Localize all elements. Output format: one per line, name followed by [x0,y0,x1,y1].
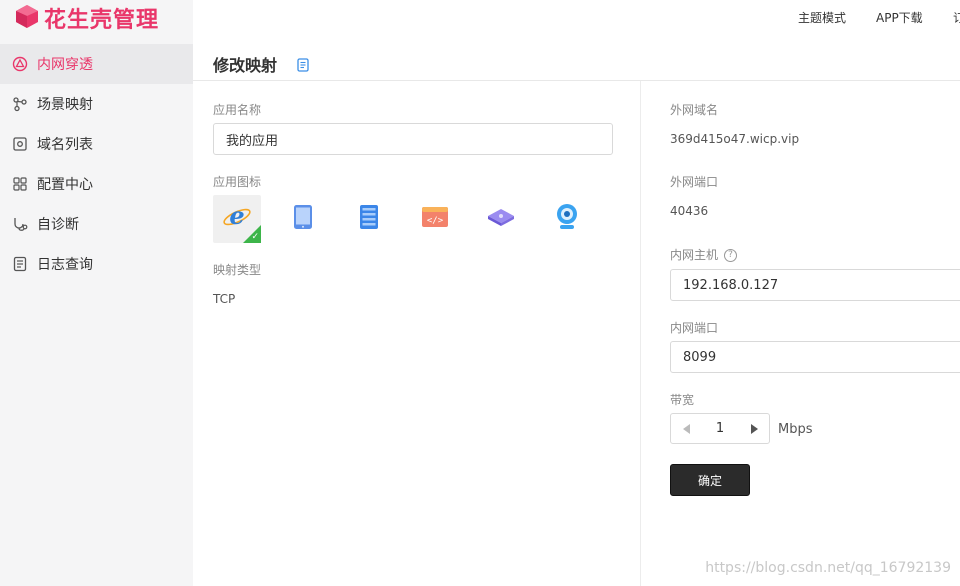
app-name-value: 我的应用 [226,133,279,149]
external-domain-value: 369d415o47.wicp.vip [670,132,800,146]
sidebar: 花生壳管理 内网穿透 场景映射 域名列表 配置中心 自诊断 日志查询 [0,0,193,586]
diagnose-icon [12,216,28,232]
app-name-label: 应用名称 [213,103,262,117]
svg-text:</>: </> [427,216,444,226]
top-bar: 主题模式 APP下载 订 [193,0,960,34]
bandwidth-stepper[interactable]: 1 [670,413,770,444]
internal-port-input[interactable]: 8099 [670,341,960,373]
logo-cube-icon [14,3,40,33]
logo[interactable]: 花生壳管理 [14,3,159,33]
external-domain-label: 外网域名 [670,103,719,117]
sidebar-item-scene[interactable]: 场景映射 [0,84,193,124]
sidebar-item-config[interactable]: 配置中心 [0,164,193,204]
sidebar-item-label: 内网穿透 [37,57,93,73]
mapping-form-right: 外网域名 369d415o47.wicp.vip 外网端口 40436 内网主机… [642,81,960,586]
router-icon [486,207,516,231]
internal-port-label: 内网端口 [670,321,719,335]
check-icon: ✓ [251,232,259,242]
network-icon [12,56,28,72]
internal-port-value: 8099 [683,349,717,365]
icon-option-camera[interactable] [543,195,591,243]
camera-icon [555,203,579,235]
bandwidth-label: 带宽 [670,393,695,407]
external-port-label: 外网端口 [670,175,719,189]
app-icon-label: 应用图标 [213,175,262,189]
bandwidth-unit: Mbps [778,422,813,437]
mapping-type-value: TCP [213,292,236,306]
icon-option-ie[interactable]: e ✓ [213,195,261,243]
tablet-icon [292,204,314,234]
icon-option-router[interactable] [477,195,525,243]
page-header: 修改映射 [193,40,960,81]
log-icon [12,256,28,272]
sidebar-item-domains[interactable]: 域名列表 [0,124,193,164]
mapping-type-label: 映射类型 [213,263,262,277]
top-link-cut-off[interactable]: 订 [953,9,960,26]
grid-icon [12,176,28,192]
icon-option-tablet[interactable] [279,195,327,243]
sidebar-item-label: 日志查询 [37,257,93,273]
sidebar-item-intranet[interactable]: 内网穿透 [0,44,193,84]
sidebar-item-logs[interactable]: 日志查询 [0,244,193,284]
decrement-button[interactable] [671,414,701,443]
internal-host-input[interactable]: 192.168.0.127 [670,269,960,301]
domain-icon [12,136,28,152]
theme-mode-link[interactable]: 主题模式 [798,9,846,26]
server-icon [358,204,380,234]
scene-icon [12,96,28,112]
mapping-form-left: 应用名称 我的应用 应用图标 e ✓ </> 映射类型 TCP [193,81,641,586]
triangle-left-icon [682,419,690,438]
page-title: 修改映射 [213,56,278,75]
app-download-link[interactable]: APP下载 [876,9,923,26]
sidebar-item-label: 域名列表 [37,137,93,153]
sidebar-item-diagnose[interactable]: 自诊断 [0,204,193,244]
sidebar-item-label: 场景映射 [37,97,93,113]
code-icon: </> [421,205,449,233]
document-icon[interactable] [297,57,309,76]
help-icon[interactable]: ? [724,249,738,262]
watermark: https://blog.csdn.net/qq_16792139 [705,560,951,576]
triangle-right-icon [750,419,758,438]
internal-host-label-text: 内网主机 [670,248,719,262]
internal-host-label: 内网主机? [670,246,738,263]
sidebar-item-label: 配置中心 [37,177,93,193]
icon-option-server[interactable] [345,195,393,243]
logo-text: 花生壳管理 [44,8,160,33]
app-name-input[interactable]: 我的应用 [213,123,613,155]
sidebar-item-label: 自诊断 [37,217,79,233]
icon-option-code[interactable]: </> [411,195,459,243]
internal-host-value: 192.168.0.127 [683,277,779,293]
bandwidth-value[interactable]: 1 [701,421,739,436]
increment-button[interactable] [739,414,769,443]
external-port-value: 40436 [670,204,709,218]
confirm-button[interactable]: 确定 [670,464,750,496]
sidebar-nav: 内网穿透 场景映射 域名列表 配置中心 自诊断 日志查询 [0,44,193,284]
